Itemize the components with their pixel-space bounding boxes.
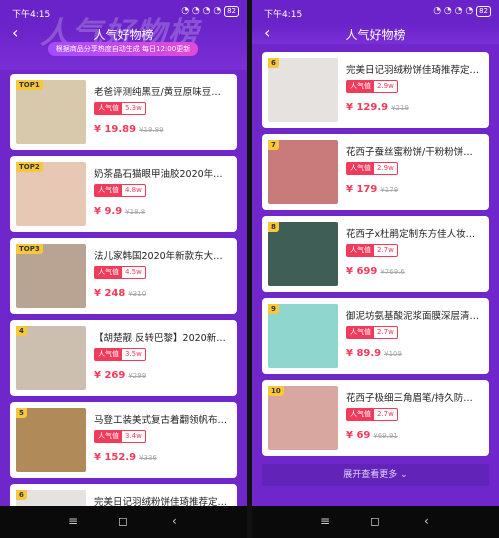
- original-price: ¥109: [384, 350, 402, 358]
- page-title: 人气好物榜: [345, 28, 406, 42]
- popularity-badge: 人气值 3.5w: [94, 348, 146, 361]
- home-icon[interactable]: ◻: [370, 514, 380, 528]
- product-card-3[interactable]: TOP3 法儿家韩国2020年新款东大… 人气值 4.5w ¥ 248 ¥310: [10, 238, 237, 314]
- product-price: ¥ 269 ¥299: [94, 370, 147, 381]
- popularity-badge: 人气值 4.5w: [94, 266, 146, 279]
- product-price: ¥ 9.9 ¥18.8: [94, 206, 146, 217]
- product-card-9[interactable]: 9 御泥坊氨基酸泥浆面膜深层清… 人气值 2.7w ¥ 89.9 ¥109: [262, 298, 489, 374]
- product-price: ¥ 248 ¥310: [94, 288, 147, 299]
- product-title: 完美日记羽绒粉饼佳琦推荐定…: [346, 65, 480, 76]
- rank-badge: 6: [268, 58, 279, 68]
- product-title: 花西子x杜鹃定制东方佳人妆…: [346, 229, 476, 240]
- product-title: 花西子蚕丝蜜粉饼/干粉粉饼…: [346, 147, 473, 158]
- product-card-7[interactable]: 7 花西子蚕丝蜜粉饼/干粉粉饼… 人气值 2.9w ¥ 179 ¥179: [262, 134, 489, 210]
- product-price: ¥ 152.9 ¥336: [94, 452, 157, 463]
- product-price: ¥ 19.89 ¥19.89: [94, 124, 164, 135]
- product-image: [268, 222, 338, 286]
- product-title: 【胡楚靓 反转巴黎】2020新…: [94, 333, 226, 344]
- product-image: [16, 326, 86, 390]
- product-price: ¥ 129.9 ¥219: [346, 102, 409, 113]
- product-price: ¥ 69 ¥69.91: [346, 430, 398, 441]
- battery-icon: 82: [224, 6, 239, 17]
- original-price: ¥19.89: [139, 126, 164, 134]
- page-header: 人气好物榜 ‹ 人气好物榜 根据商品分享热度自动生成 每日12:00更新: [0, 16, 247, 70]
- original-price: ¥179: [380, 186, 399, 194]
- nav-back-icon[interactable]: ‹: [172, 514, 177, 528]
- page-header: ‹ 人气好物榜: [252, 24, 499, 44]
- product-title: 奶茶晶石猫眼甲油胶2020年…: [94, 169, 223, 180]
- rank-badge: TOP1: [16, 80, 43, 90]
- page-title: 人气好物榜: [93, 28, 154, 42]
- rank-badge: TOP2: [16, 162, 43, 172]
- home-icon[interactable]: ◻: [118, 514, 128, 528]
- popularity-badge: 人气值 2.7w: [346, 326, 398, 339]
- right-screen: 下午4:15 ◔ ◔ ◔ ◔ 82 ‹ 人气好物榜 6 完美日记羽绒粉饼佳琦推荐…: [252, 0, 499, 538]
- status-time: 下午4:15: [264, 10, 303, 20]
- rank-badge: 6: [16, 490, 27, 500]
- status-icons: ◔ ◔ ◔ ◔ 82: [433, 6, 491, 17]
- product-title: 花西子极细三角眉笔/持久防…: [346, 393, 473, 404]
- product-title: 完美日记羽绒粉饼佳琦推荐定…: [94, 497, 228, 506]
- popularity-badge: 人气值 3.4w: [94, 430, 146, 443]
- system-nav-bar: ≡ ◻ ‹: [252, 506, 499, 538]
- product-card-6[interactable]: 6 完美日记羽绒粉饼佳琦推荐定…: [10, 484, 237, 506]
- update-banner: 根据商品分享热度自动生成 每日12:00更新: [48, 42, 198, 56]
- popularity-badge: 人气值 2.9w: [346, 162, 398, 175]
- popularity-badge: 人气值 5.3w: [94, 102, 146, 115]
- product-card-5[interactable]: 5 马登工装美式复古着翻领帆布… 人气值 3.4w ¥ 152.9 ¥336: [10, 402, 237, 478]
- product-image: [268, 140, 338, 204]
- left-screen: 下午4:15 ◔ ◔ ◔ ◔ 82 人气好物榜 ‹ 人气好物榜 根据商品分享热度…: [0, 0, 247, 538]
- popularity-badge: 人气值 2.7w: [346, 244, 398, 257]
- product-title: 马登工装美式复古着翻领帆布…: [94, 415, 228, 426]
- rank-badge: 10: [268, 386, 284, 396]
- system-nav-bar: ≡ ◻ ‹: [0, 506, 247, 538]
- product-title: 老爸评测纯黑豆/黄豆原味豆…: [94, 87, 221, 98]
- popularity-badge: 人气值 2.7w: [346, 408, 398, 421]
- menu-icon[interactable]: ≡: [320, 514, 330, 528]
- product-title: 御泥坊氨基酸泥浆面膜深层清…: [346, 311, 480, 322]
- product-card-4[interactable]: 4 【胡楚靓 反转巴黎】2020新… 人气值 3.5w ¥ 269 ¥299: [10, 320, 237, 396]
- menu-icon[interactable]: ≡: [68, 514, 78, 528]
- product-image: [268, 58, 338, 122]
- original-price: ¥299: [128, 372, 147, 380]
- product-image: [268, 304, 338, 368]
- popularity-badge: 人气值 4.8w: [94, 184, 146, 197]
- original-price: ¥310: [128, 290, 147, 298]
- product-card-6[interactable]: 6 完美日记羽绒粉饼佳琦推荐定… 人气值 2.9w ¥ 129.9 ¥219: [262, 52, 489, 128]
- expand-more-button[interactable]: 展开查看更多 ⌄: [262, 464, 489, 486]
- rank-badge: 4: [16, 326, 27, 336]
- product-card-2[interactable]: TOP2 奶茶晶石猫眼甲油胶2020年… 人气值 4.8w ¥ 9.9 ¥18.8: [10, 156, 237, 232]
- product-card-8[interactable]: 8 花西子x杜鹃定制东方佳人妆… 人气值 2.7w ¥ 699 ¥769.6: [262, 216, 489, 292]
- rank-badge: 7: [268, 140, 279, 150]
- rank-badge: 9: [268, 304, 279, 314]
- product-price: ¥ 179 ¥179: [346, 184, 399, 195]
- original-price: ¥219: [391, 104, 409, 112]
- product-card-10[interactable]: 10 花西子极细三角眉笔/持久防… 人气值 2.7w ¥ 69 ¥69.91: [262, 380, 489, 456]
- status-bar: 下午4:15 ◔ ◔ ◔ ◔ 82: [252, 0, 499, 24]
- product-title: 法儿家韩国2020年新款东大…: [94, 251, 223, 262]
- original-price: ¥336: [139, 454, 157, 462]
- product-image: [16, 408, 86, 472]
- product-card-1[interactable]: TOP1 老爸评测纯黑豆/黄豆原味豆… 人气值 5.3w ¥ 19.89 ¥19.8…: [10, 74, 237, 150]
- rank-badge: TOP3: [16, 244, 43, 254]
- popularity-badge: 人气值 2.9w: [346, 80, 398, 93]
- ranking-list: 6 完美日记羽绒粉饼佳琦推荐定… 人气值 2.9w ¥ 129.9 ¥219 7 花…: [252, 44, 499, 506]
- original-price: ¥18.8: [125, 208, 146, 216]
- original-price: ¥69.91: [373, 432, 398, 440]
- original-price: ¥769.6: [380, 268, 405, 276]
- rank-badge: 8: [268, 222, 279, 232]
- rank-badge: 5: [16, 408, 27, 418]
- product-price: ¥ 89.9 ¥109: [346, 348, 402, 359]
- nav-back-icon[interactable]: ‹: [424, 514, 429, 528]
- product-price: ¥ 699 ¥769.6: [346, 266, 405, 277]
- ranking-list: TOP1 老爸评测纯黑豆/黄豆原味豆… 人气值 5.3w ¥ 19.89 ¥19.8…: [0, 70, 247, 506]
- battery-icon: 82: [476, 6, 491, 17]
